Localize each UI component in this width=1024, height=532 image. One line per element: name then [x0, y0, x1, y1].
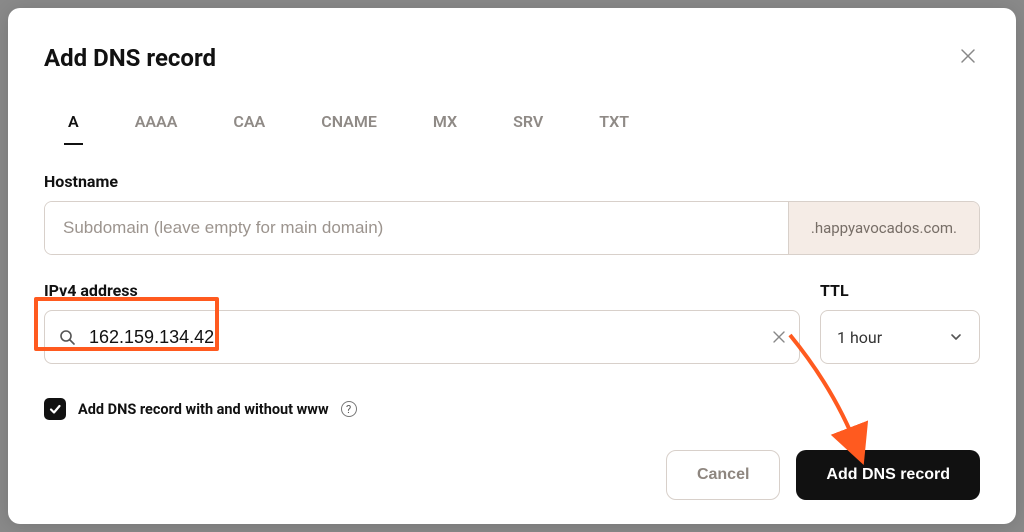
tab-cname[interactable]: CNAME — [317, 112, 381, 145]
ttl-select[interactable]: 1 hour — [820, 310, 980, 364]
search-icon — [59, 329, 75, 345]
tab-txt[interactable]: TXT — [595, 112, 633, 145]
hostname-input[interactable] — [45, 202, 788, 254]
tab-mx[interactable]: MX — [429, 112, 461, 145]
close-icon — [773, 331, 785, 343]
modal-footer: Cancel Add DNS record — [44, 430, 980, 500]
www-checkbox-row: Add DNS record with and without www ? — [44, 398, 980, 420]
www-checkbox[interactable] — [44, 398, 66, 420]
submit-button[interactable]: Add DNS record — [796, 450, 980, 500]
ipv4-label: IPv4 address — [44, 281, 800, 300]
tab-srv[interactable]: SRV — [509, 112, 547, 145]
tab-caa[interactable]: CAA — [229, 112, 269, 145]
ttl-selected-value: 1 hour — [837, 328, 882, 347]
add-dns-record-modal: Add DNS record A AAAA CAA CNAME MX SRV T… — [8, 8, 1016, 524]
close-icon — [960, 48, 976, 64]
check-icon — [48, 402, 62, 416]
tab-aaaa[interactable]: AAAA — [131, 112, 182, 145]
close-button[interactable] — [956, 44, 980, 68]
cancel-button[interactable]: Cancel — [666, 450, 780, 500]
hostname-label: Hostname — [44, 172, 980, 191]
hostname-field-group: .happyavocados.com. — [44, 201, 980, 255]
domain-suffix: .happyavocados.com. — [788, 202, 979, 254]
form-body: Hostname .happyavocados.com. IPv4 addres… — [44, 172, 980, 420]
www-checkbox-label: Add DNS record with and without www — [78, 401, 329, 418]
help-icon[interactable]: ? — [341, 401, 357, 417]
ipv4-input[interactable] — [87, 326, 761, 349]
record-type-tabs: A AAAA CAA CNAME MX SRV TXT — [44, 112, 980, 146]
modal-header: Add DNS record — [44, 44, 980, 72]
tab-a[interactable]: A — [64, 112, 83, 145]
chevron-down-icon — [949, 330, 963, 344]
clear-ipv4-button[interactable] — [773, 328, 785, 347]
ttl-label: TTL — [820, 281, 980, 300]
modal-title: Add DNS record — [44, 44, 216, 72]
ipv4-input-wrap — [44, 310, 800, 364]
